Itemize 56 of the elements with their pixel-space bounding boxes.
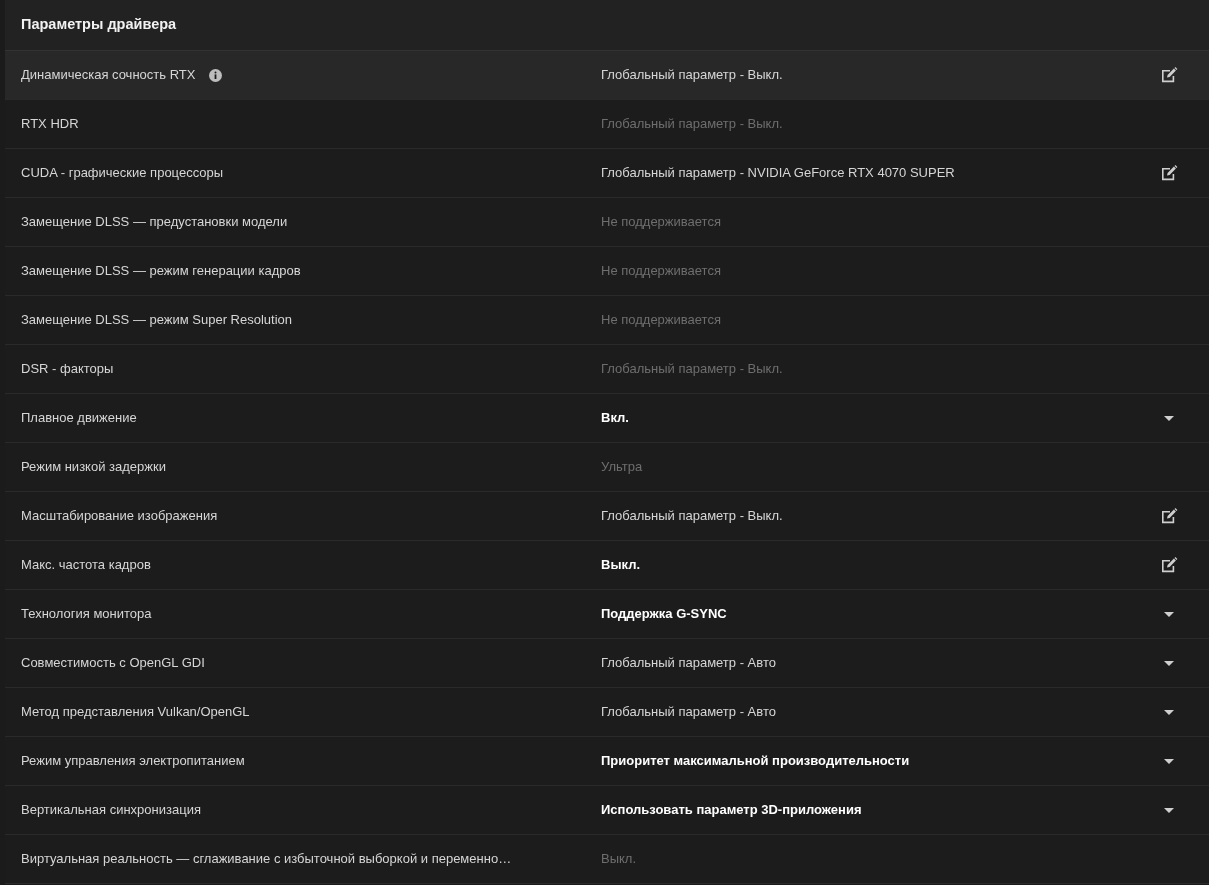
- setting-value: Глобальный параметр - Авто: [601, 703, 777, 722]
- setting-value: Глобальный параметр - Выкл.: [601, 360, 784, 379]
- panel-title: Параметры драйвера: [21, 15, 177, 35]
- setting-value: Выкл.: [601, 556, 642, 575]
- settings-row[interactable]: Плавное движение Вкл.: [5, 394, 1209, 443]
- caret-icon[interactable]: [1164, 758, 1174, 764]
- settings-row[interactable]: Совместимость с OpenGL GDI Глобальный параметр - Авто: [5, 639, 1209, 688]
- info-icon[interactable]: [209, 68, 223, 82]
- caret-icon[interactable]: [1164, 660, 1174, 666]
- setting-label: Макс. частота кадров: [21, 556, 151, 575]
- edit-icon[interactable]: [1160, 67, 1178, 83]
- caret-icon[interactable]: [1164, 709, 1174, 715]
- setting-value: Глобальный параметр - Выкл.: [601, 115, 784, 134]
- setting-label: Динамическая сочность RTX: [21, 66, 196, 85]
- setting-value: Глобальный параметр - NVIDIA GeForce RTX 4070 SUPER: [601, 164, 956, 183]
- setting-label: RTX HDR: [21, 115, 79, 134]
- settings-row[interactable]: Макс. частота кадров Выкл.: [5, 541, 1209, 590]
- setting-value: Ультра: [601, 458, 644, 477]
- setting-label: DSR - факторы: [21, 360, 114, 379]
- setting-value: Приоритет максимальной производительности: [601, 752, 911, 771]
- settings-row[interactable]: Вертикальная синхронизация Использовать параметр 3D-приложения: [5, 786, 1209, 835]
- edit-icon[interactable]: [1160, 165, 1178, 181]
- settings-row[interactable]: Масштабирование изображения Глобальный параметр - Выкл.: [5, 492, 1209, 541]
- setting-label: Режим управления электропитанием: [21, 752, 245, 771]
- edit-icon[interactable]: [1160, 557, 1178, 573]
- setting-label: Замещение DLSS — режим генерации кадров: [21, 262, 301, 281]
- settings-row[interactable]: Режим управления электропитанием Приоритет максимальной производительности: [5, 737, 1209, 786]
- setting-value: Глобальный параметр - Авто: [601, 654, 777, 673]
- setting-value: Не поддерживается: [601, 262, 722, 281]
- setting-value: Выкл.: [601, 850, 638, 869]
- setting-label: Совместимость с OpenGL GDI: [21, 654, 205, 673]
- setting-label: Вертикальная синхронизация: [21, 801, 201, 820]
- setting-value: Не поддерживается: [601, 213, 722, 232]
- setting-label: Метод представления Vulkan/OpenGL: [21, 703, 250, 722]
- setting-label: Технология монитора: [21, 605, 152, 624]
- setting-label: CUDA - графические процессоры: [21, 164, 224, 183]
- setting-value: Вкл.: [601, 409, 630, 428]
- caret-icon[interactable]: [1164, 611, 1174, 617]
- caret-icon[interactable]: [1164, 415, 1174, 421]
- settings-row[interactable]: CUDA - графические процессоры Глобальный параметр - NVIDIA GeForce RTX 4070 SUPER: [5, 149, 1209, 198]
- setting-value: Использовать параметр 3D-приложения: [601, 801, 863, 820]
- settings-row[interactable]: Технология монитора Поддержка G-SYNC: [5, 590, 1209, 639]
- caret-icon[interactable]: [1164, 807, 1174, 813]
- setting-value: Не поддерживается: [601, 311, 722, 330]
- setting-value: Глобальный параметр - Выкл.: [601, 66, 784, 85]
- setting-label: Виртуальная реальность — сглаживание с избыточной выборкой и переменно…: [21, 850, 512, 869]
- setting-label: Режим низкой задержки: [21, 458, 166, 477]
- setting-label: Плавное движение: [21, 409, 137, 428]
- edit-icon[interactable]: [1160, 508, 1178, 524]
- setting-label: Масштабирование изображения: [21, 507, 218, 526]
- settings-row[interactable]: Метод представления Vulkan/OpenGL Глобальный параметр - Авто: [5, 688, 1209, 737]
- setting-label: Замещение DLSS — предустановки модели: [21, 213, 288, 232]
- settings-row[interactable]: Динамическая сочность RTX Глобальный параметр - Выкл.: [5, 51, 1209, 100]
- setting-value: Глобальный параметр - Выкл.: [601, 507, 784, 526]
- setting-value: Поддержка G-SYNC: [601, 605, 728, 624]
- setting-label: Замещение DLSS — режим Super Resolution: [21, 311, 293, 330]
